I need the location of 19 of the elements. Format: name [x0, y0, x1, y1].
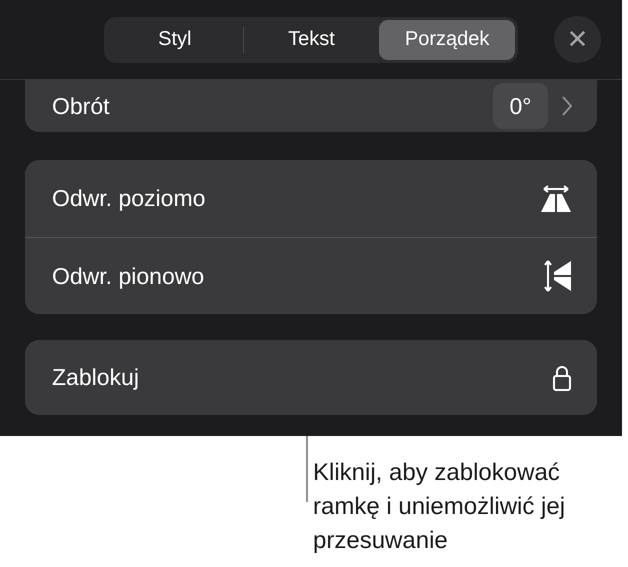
flip-vertical-icon	[544, 259, 572, 293]
close-button[interactable]: ✕	[554, 16, 601, 63]
flip-horizontal-icon	[540, 184, 572, 212]
flip-row[interactable]: Odwr. pionowo	[25, 237, 597, 314]
row-label: Odwr. poziomo	[52, 185, 206, 212]
callout-text: Kliknij, aby zablokować ramkę i uniemożliwić jej przesuwanie	[313, 458, 566, 556]
row-label: Zablokuj	[52, 364, 140, 391]
row-label: Obrót	[52, 92, 111, 120]
rotation-value: 0°	[493, 83, 548, 129]
lock-row[interactable]: Zablokuj	[25, 340, 597, 415]
tab[interactable]: Tekst	[244, 20, 380, 60]
chevron-right-icon	[562, 96, 572, 116]
leader-line	[306, 436, 308, 502]
row-label: Odwr. pionowo	[52, 262, 206, 290]
rotation-row[interactable]: Obrót 0°	[25, 80, 597, 132]
flip-row[interactable]: Odwr. poziomo	[25, 160, 597, 237]
tab[interactable]: Porządek	[379, 20, 516, 60]
lock-icon	[552, 364, 572, 390]
tab[interactable]: Styl	[107, 20, 243, 60]
